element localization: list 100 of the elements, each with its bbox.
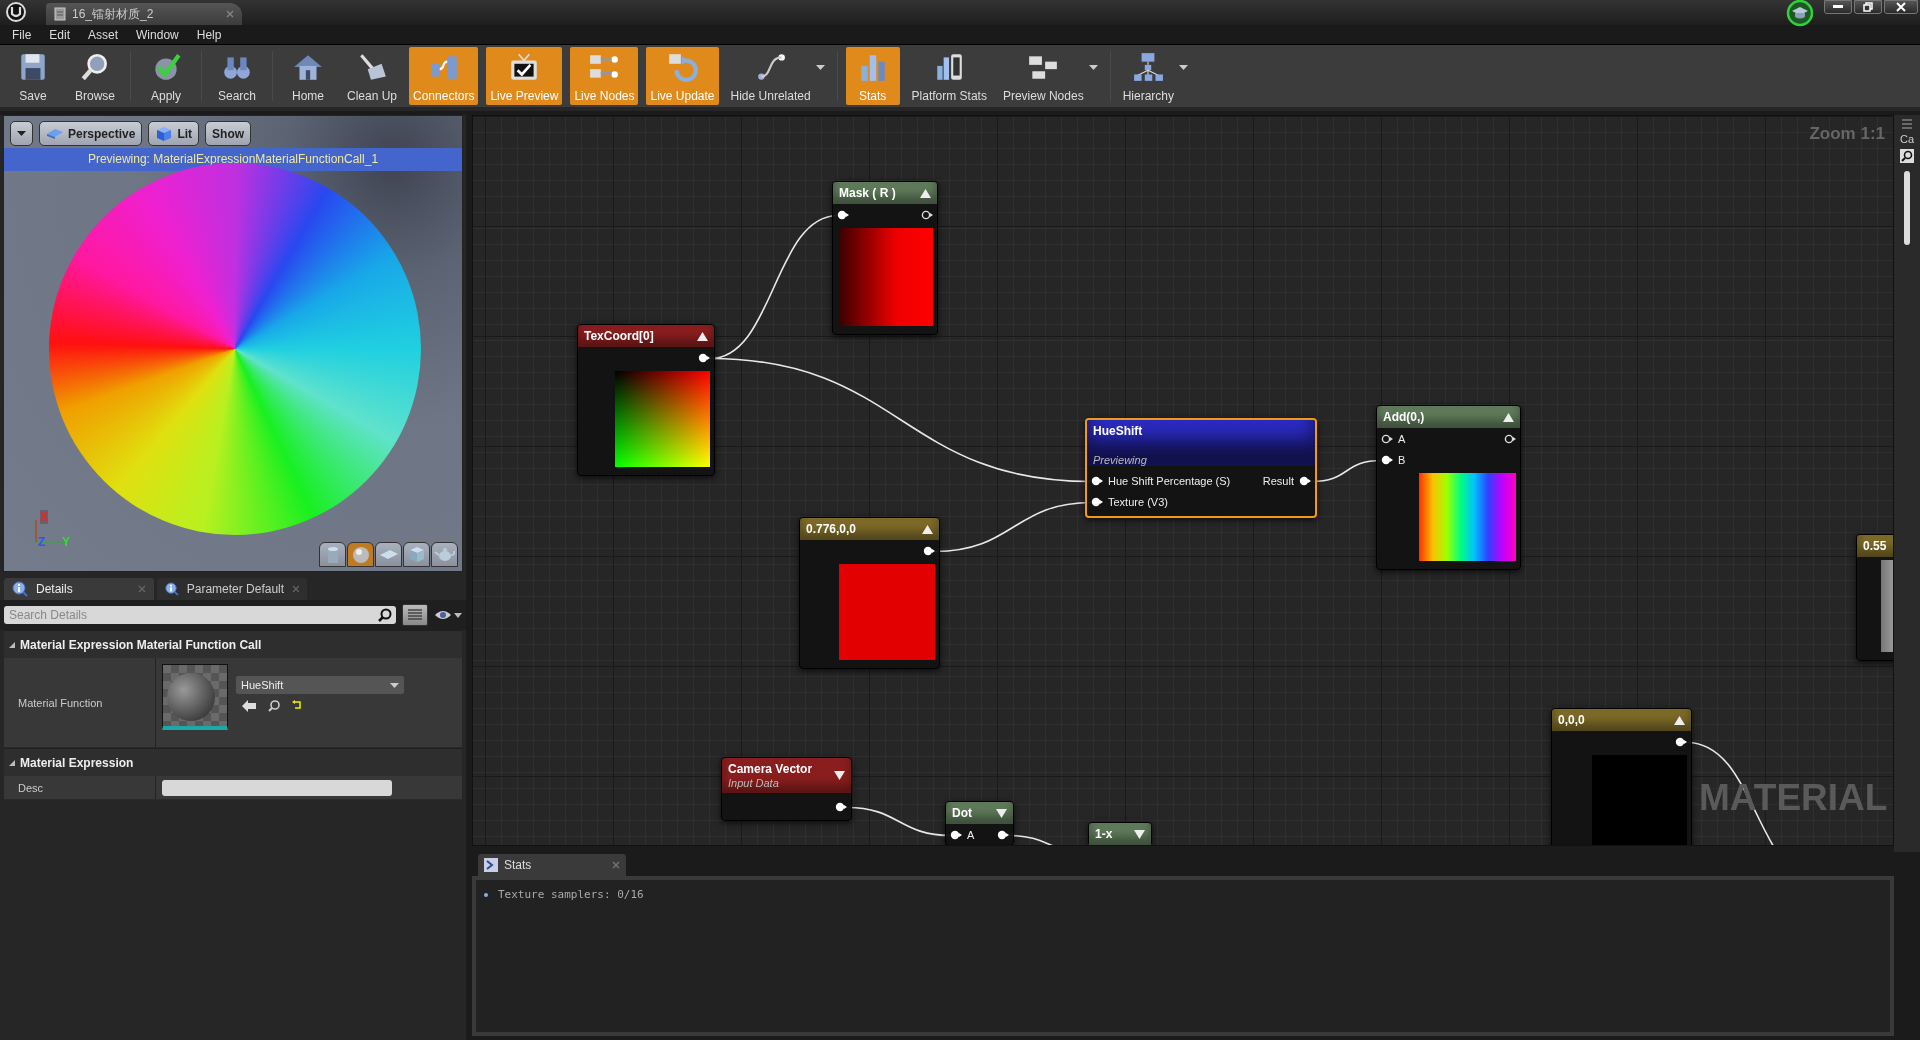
preview-shape-button[interactable]: [403, 542, 430, 567]
graph-node[interactable]: Add(0,) A B: [1376, 405, 1521, 570]
search-icon[interactable]: [268, 700, 280, 712]
collapse-arrow-icon[interactable]: [920, 188, 931, 198]
section-header[interactable]: Material Expression Material Function Call: [4, 630, 462, 658]
node-title: 1-x: [1095, 827, 1113, 841]
graph-node[interactable]: 1-x: [1088, 822, 1152, 845]
pin[interactable]: [1091, 496, 1103, 507]
minimize-button[interactable]: [1824, 0, 1852, 14]
graph-node[interactable]: Camera Vector Input Data: [721, 757, 852, 821]
toolbar-button[interactable]: Search: [210, 47, 264, 105]
collapse-arrow-icon[interactable]: [996, 808, 1007, 818]
pin[interactable]: [921, 209, 933, 220]
collapse-arrow-icon[interactable]: [922, 524, 933, 534]
refresh-icon: [666, 51, 699, 83]
caret-icon: [390, 682, 399, 688]
menu-item[interactable]: Asset: [80, 25, 127, 44]
toolbar-button[interactable]: Save: [6, 47, 60, 105]
graph-node[interactable]: 0.776,0,0: [799, 517, 940, 669]
menu-item[interactable]: File: [4, 25, 40, 44]
search-field[interactable]: Search Details: [4, 606, 396, 624]
pin[interactable]: [1504, 433, 1516, 444]
arrow-left-icon[interactable]: [242, 700, 256, 712]
toolbar-button[interactable]: Platform Stats: [907, 47, 991, 105]
graph-node[interactable]: 0.55: [1856, 534, 1893, 661]
preview-shape-button[interactable]: [375, 542, 402, 567]
close-icon[interactable]: [612, 861, 620, 869]
graph-node[interactable]: Dot A: [945, 801, 1014, 845]
scrollbar-thumb[interactable]: [1904, 171, 1910, 245]
reset-icon[interactable]: [292, 700, 302, 710]
asset-dropdown[interactable]: HueShift: [236, 676, 404, 694]
panel-label: Ca: [1899, 133, 1915, 145]
collapse-arrow-icon[interactable]: [8, 640, 16, 649]
graph-node[interactable]: 0,0,0: [1551, 708, 1692, 845]
toolbar-button[interactable]: Browse: [68, 47, 122, 105]
toolbar-button[interactable]: Home: [281, 47, 335, 105]
pin[interactable]: [1381, 433, 1393, 444]
info-icon: [12, 581, 28, 597]
visibility-button[interactable]: [434, 609, 462, 621]
section-title: Material Expression: [20, 755, 134, 770]
panel-tab[interactable]: Stats: [478, 854, 626, 876]
menu-item[interactable]: Help: [188, 25, 230, 44]
toolbar-button[interactable]: Hide Unrelated: [726, 47, 829, 105]
search-icon: [378, 608, 392, 622]
viewport-button[interactable]: Perspective: [39, 121, 143, 146]
caret-icon: [1088, 65, 1098, 70]
collapse-arrow-icon[interactable]: [8, 758, 16, 767]
pin[interactable]: [1675, 736, 1687, 747]
viewport-button[interactable]: Show: [205, 121, 252, 146]
search-icon[interactable]: [1900, 149, 1914, 163]
toolbar-button[interactable]: Preview Nodes: [998, 47, 1102, 105]
text-field[interactable]: [162, 780, 392, 796]
collapse-arrow-icon[interactable]: [697, 331, 708, 341]
menu-item[interactable]: Edit: [41, 25, 79, 44]
panel-tab[interactable]: Details: [4, 578, 154, 600]
dropdown-button[interactable]: [10, 121, 33, 146]
property-label: Material Function: [18, 696, 103, 709]
pin[interactable]: [997, 829, 1009, 840]
graph-node[interactable]: HueShift Previewing Hue Shift Percentage (S) Result Texture (V3): [1085, 418, 1317, 518]
pin[interactable]: [950, 829, 962, 840]
pin-label: Texture (V3): [1108, 495, 1168, 508]
panel-tab[interactable]: Parameter Default: [157, 578, 307, 600]
pin[interactable]: [1299, 475, 1311, 486]
pin[interactable]: [837, 209, 849, 220]
document-tab[interactable]: 16_镭射材质_2: [46, 3, 242, 25]
graph-node[interactable]: Mask ( R ): [832, 181, 938, 335]
tab-label: Parameter Default: [186, 582, 285, 596]
preview-shape-button[interactable]: [347, 542, 374, 567]
menu-item[interactable]: Window: [128, 25, 187, 44]
pin[interactable]: [1381, 454, 1393, 465]
close-icon[interactable]: [292, 585, 299, 593]
viewport-button[interactable]: Lit: [148, 121, 200, 146]
list-icon: [408, 609, 422, 621]
toolbar-button[interactable]: Clean Up: [343, 47, 402, 105]
collapse-arrow-icon[interactable]: [1674, 715, 1685, 725]
caret-icon: [815, 65, 825, 70]
graph-node[interactable]: TexCoord[0]: [577, 324, 715, 476]
tab-title: 16_镭射材质_2: [72, 5, 155, 23]
pin[interactable]: [1091, 475, 1103, 486]
node-subtitle: Input Data: [728, 777, 780, 789]
pin[interactable]: [923, 545, 935, 556]
preview-shape-button[interactable]: [319, 542, 346, 567]
collapse-arrow-icon[interactable]: [1503, 412, 1514, 422]
section-header[interactable]: Material Expression: [4, 748, 462, 776]
close-icon[interactable]: [226, 10, 234, 18]
cap-icon[interactable]: [1786, 0, 1814, 27]
collapse-arrow-icon[interactable]: [834, 771, 845, 780]
teapot-icon: [434, 548, 455, 561]
asset-thumbnail[interactable]: [162, 664, 228, 730]
cylinder-icon: [327, 546, 338, 563]
pin[interactable]: [835, 801, 847, 812]
restore-button[interactable]: [1854, 0, 1882, 14]
zoom-label: Zoom 1:1: [1809, 124, 1885, 144]
pin[interactable]: [698, 352, 710, 363]
collapse-arrow-icon[interactable]: [1134, 829, 1145, 839]
toolbar-button[interactable]: Apply: [139, 47, 193, 105]
view-options-button[interactable]: [402, 604, 428, 626]
preview-shape-button[interactable]: [431, 542, 458, 567]
close-button[interactable]: [1884, 0, 1918, 14]
toolbar-button[interactable]: Hierarchy: [1118, 47, 1192, 105]
